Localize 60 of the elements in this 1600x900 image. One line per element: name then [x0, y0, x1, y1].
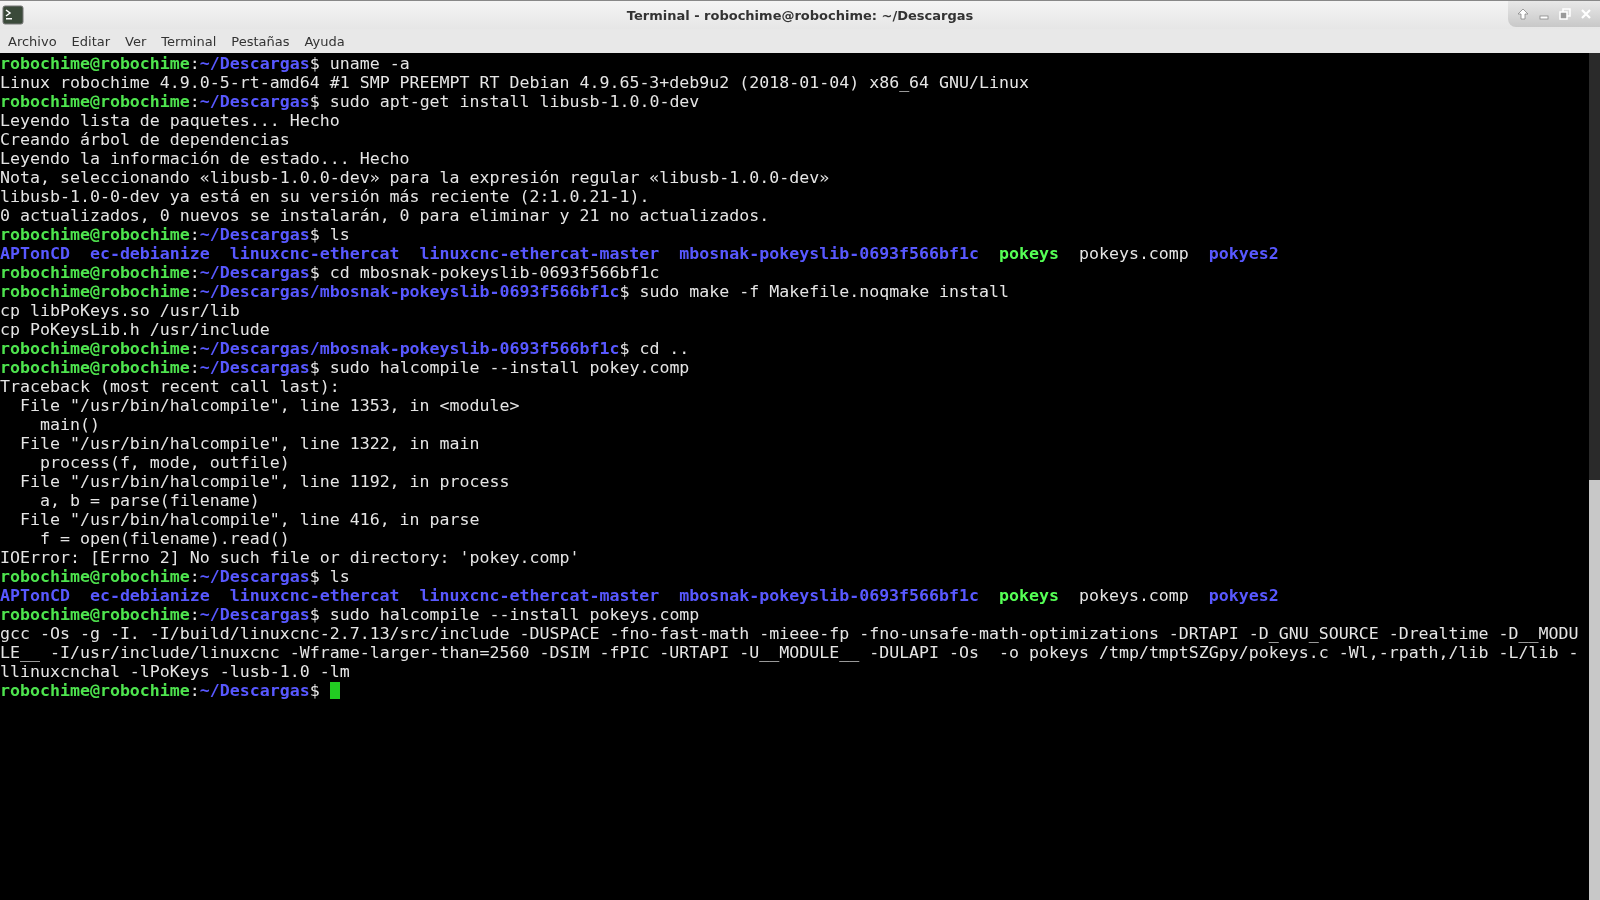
close-icon[interactable] — [1579, 8, 1592, 20]
output-line: Leyendo la información de estado... Hecho — [0, 149, 411, 168]
output-line: cp PoKeysLib.h /usr/include — [0, 320, 271, 339]
output-line: Creando árbol de dependencias — [0, 130, 291, 149]
restore-icon[interactable] — [1558, 8, 1571, 20]
menu-item[interactable]: Pestañas — [225, 31, 296, 51]
file-name: linuxcnc-ethercat-master — [419, 244, 660, 263]
prompt-line: robochime@robochime:~/Descargas/mbosnak-pokeyslib-0693f566bf1c$ cd .. — [0, 339, 691, 358]
terminal-icon — [2, 5, 24, 25]
output-line: main() — [38, 415, 101, 434]
file-name: APTonCD — [0, 586, 70, 605]
prompt-line: robochime@robochime:~/Descargas$ sudo apt-get install libusb-1.0.0-dev — [0, 92, 701, 111]
arrow-up-icon[interactable] — [1516, 8, 1529, 20]
output-line: llinuxcnchal -lPoKeys -lusb-1.0 -lm — [0, 662, 351, 681]
file-name: mbosnak-pokeyslib-0693f566bf1c — [679, 244, 980, 263]
prompt-line: robochime@robochime:~/Descargas$ ls — [0, 567, 351, 586]
output-line: File "/usr/bin/halcompile", line 1322, in main — [18, 434, 481, 453]
prompt-line: robochime@robochime:~/Descargas$ — [0, 681, 1589, 700]
output-line: Traceback (most recent call last): — [0, 377, 341, 396]
output-line: IOError: [Errno 2] No such file or directory: 'pokey.comp' — [0, 548, 581, 567]
file-name: linuxcnc-ethercat-master — [419, 586, 660, 605]
menu-item[interactable]: Terminal — [155, 31, 223, 51]
file-name: pokeys — [999, 244, 1059, 263]
output-line: File "/usr/bin/halcompile", line 1192, in process — [18, 472, 511, 491]
file-name: ec-debianize — [89, 586, 210, 605]
file-name: pokeys — [999, 586, 1059, 605]
scrollbar[interactable] — [1589, 53, 1600, 900]
prompt-line: robochime@robochime:~/Descargas$ sudo halcompile --install pokeys.comp — [0, 605, 701, 624]
file-name: pokeys.comp — [1078, 586, 1189, 605]
menu-item[interactable]: Ayuda — [298, 31, 351, 51]
output-line: File "/usr/bin/halcompile", line 1353, in <module> — [18, 396, 521, 415]
output-line: Nota, seleccionando «libusb-1.0.0-dev» para la expresión regular «libusb-1.0.0-dev» — [0, 168, 831, 187]
prompt-line: robochime@robochime:~/Descargas$ ls — [0, 225, 351, 244]
prompt-line: robochime@robochime:~/Descargas$ sudo halcompile --install pokey.comp — [0, 358, 691, 377]
file-name: linuxcnc-ethercat — [229, 586, 400, 605]
prompt-line: robochime@robochime:~/Descargas$ cd mbosnak-pokeyslib-0693f566bf1c — [0, 263, 661, 282]
output-line: LE__ -I/usr/include/linuxcnc -Wframe-larger-than=2560 -DSIM -fPIC -URTAPI -U__MODULE__ -DULAPI -Os -o pokeys /tmp/tmptSZGpy/pokeys.c -Wl,-rpath,/lib -L/lib - — [0, 643, 1580, 662]
output-line: libusb-1.0-0-dev ya está en su versión más reciente (2:1.0.21-1). — [0, 187, 651, 206]
output-line: Linux robochime 4.9.0-5-rt-amd64 #1 SMP PREEMPT RT Debian 4.9.65-3+deb9u2 (2018-01-04) x86_64 GNU/Linux — [0, 73, 1030, 92]
output-line: 0 actualizados, 0 nuevos se instalarán, 0 para eliminar y 21 no actualizados. — [0, 206, 771, 225]
output-line: process(f, mode, outfile) — [38, 453, 291, 472]
file-name: linuxcnc-ethercat — [229, 244, 400, 263]
window-title: Terminal - robochime@robochime: ~/Descargas — [626, 7, 974, 23]
output-line: gcc -Os -g -I. -I/build/linuxcnc-2.7.13/src/include -DUSPACE -fno-fast-math -mieee-fp -fno-unsafe-math-optimizations -DRTAPI -D_GNU_SOURCE -Drealtime -D__MODU — [0, 624, 1580, 643]
prompt-line: robochime@robochime:~/Descargas/mbosnak-pokeyslib-0693f566bf1c$ sudo make -f Makefile.noqmake install — [0, 282, 1011, 301]
output-line: f = open(filename).read() — [38, 529, 291, 548]
file-name: ec-debianize — [89, 244, 210, 263]
menu-item[interactable]: Archivo — [2, 31, 63, 51]
file-name: pokyes2 — [1208, 586, 1279, 605]
file-name: pokeys.comp — [1078, 244, 1189, 263]
menu-item[interactable]: Editar — [65, 31, 117, 51]
output-line: File "/usr/bin/halcompile", line 416, in parse — [18, 510, 481, 529]
output-line: a, b = parse(filename) — [38, 491, 261, 510]
file-name: APTonCD — [0, 244, 70, 263]
menu-item[interactable]: Ver — [119, 31, 153, 51]
prompt-line: robochime@robochime:~/Descargas$ uname -a — [0, 54, 411, 73]
output-line: cp libPoKeys.so /usr/lib — [0, 301, 241, 320]
file-name: mbosnak-pokeyslib-0693f566bf1c — [679, 586, 980, 605]
output-line: Leyendo lista de paquetes... Hecho — [0, 111, 341, 130]
file-name: pokyes2 — [1208, 244, 1279, 263]
